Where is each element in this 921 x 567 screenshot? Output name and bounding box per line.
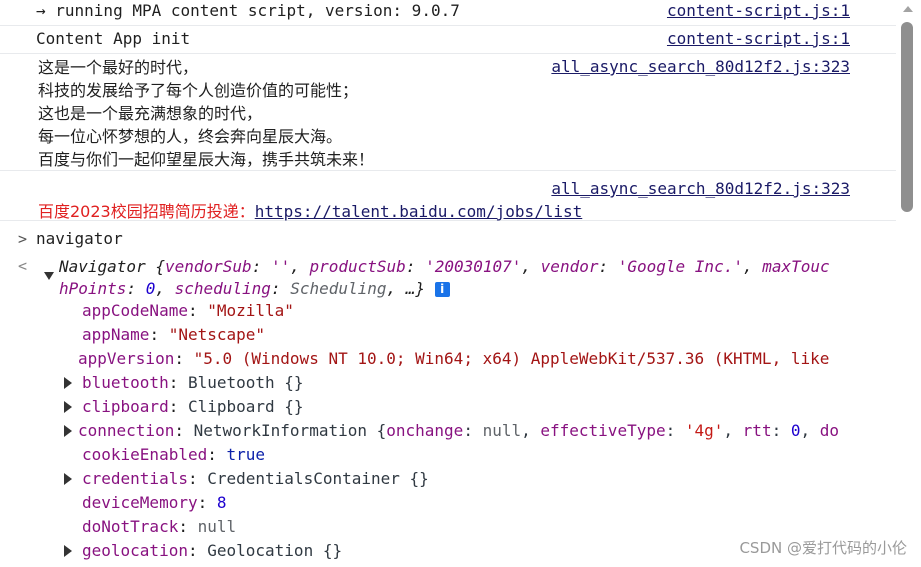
- property-row: appName: "Netscape": [82, 325, 266, 344]
- recruit-text: 百度2023校园招聘简历投递：: [38, 202, 255, 221]
- property-row[interactable]: connection: NetworkInformation {onchange…: [78, 420, 860, 442]
- vertical-scrollbar[interactable]: [896, 0, 921, 567]
- property-row: doNotTrack: null: [82, 517, 237, 536]
- message-text: Content App init: [36, 29, 191, 48]
- triangle-right-icon[interactable]: [64, 401, 72, 413]
- property-row[interactable]: bluetooth: Bluetooth {}: [82, 372, 304, 394]
- scrollbar-thumb[interactable]: [901, 22, 913, 212]
- object-summary-line-1[interactable]: Navigator {vendorSub: '', productSub: '2…: [59, 255, 851, 278]
- source-link[interactable]: content-script.js:1: [667, 29, 850, 48]
- poem-line: 这也是一个最充满想象的时代，: [38, 104, 263, 123]
- console-message: Content App init content-script.js:1: [0, 26, 896, 54]
- poem-line: 这是一个最好的时代，: [38, 58, 199, 77]
- triangle-right-icon[interactable]: [64, 545, 72, 557]
- triangle-right-icon[interactable]: [64, 377, 72, 389]
- source-link[interactable]: all_async_search_80d12f2.js:323: [551, 179, 850, 198]
- message-text: → running MPA content script, version: 9…: [36, 1, 460, 20]
- property-row: appVersion: "5.0 (Windows NT 10.0; Win64…: [78, 349, 830, 368]
- devtools-console: → running MPA content script, version: 9…: [0, 0, 896, 567]
- info-icon[interactable]: i: [434, 282, 450, 297]
- triangle-right-icon[interactable]: [64, 425, 72, 437]
- message-text: 这是一个最好的时代， 科技的发展给予了每个人创造价值的可能性； 这也是一个最充满…: [38, 56, 374, 171]
- triangle-right-icon[interactable]: [64, 473, 72, 485]
- watermark: CSDN @爱打代码的小伦: [739, 539, 907, 557]
- command-text: navigator: [36, 229, 123, 248]
- recruit-message: 百度2023校园招聘简历投递：https://talent.baidu.com/…: [38, 198, 582, 222]
- recruit-link[interactable]: https://talent.baidu.com/jobs/list: [255, 202, 583, 221]
- property-row[interactable]: geolocation: Geolocation {}: [82, 540, 342, 562]
- poem-line: 科技的发展给予了每个人创造价值的可能性；: [38, 81, 359, 100]
- chevron-right-icon: >: [18, 230, 28, 248]
- console-message-recruit: all_async_search_80d12f2.js:323 百度2023校园…: [0, 171, 896, 221]
- property-row[interactable]: credentials: CredentialsContainer {}: [82, 468, 429, 490]
- property-row: appCodeName: "Mozilla": [82, 301, 294, 320]
- chevron-left-icon: <: [18, 257, 28, 275]
- console-message-poem: 这是一个最好的时代， 科技的发展给予了每个人创造价值的可能性； 这也是一个最充满…: [0, 54, 896, 171]
- property-row: deviceMemory: 8: [82, 493, 227, 512]
- triangle-down-icon[interactable]: [44, 272, 54, 280]
- poem-line: 每一位心怀梦想的人，终会奔向星辰大海。: [38, 127, 343, 146]
- property-row: cookieEnabled: true: [82, 445, 266, 464]
- source-link[interactable]: content-script.js:1: [667, 1, 850, 20]
- console-input-echo: > navigator: [0, 229, 896, 253]
- console-message: → running MPA content script, version: 9…: [0, 0, 896, 26]
- property-row[interactable]: clipboard: Clipboard {}: [82, 396, 304, 418]
- source-link[interactable]: all_async_search_80d12f2.js:323: [551, 57, 850, 76]
- scroll-up-arrow-icon[interactable]: [903, 6, 913, 12]
- poem-line: 百度与你们一起仰望星辰大海，携手共筑未来！: [38, 150, 375, 169]
- object-summary-line-2[interactable]: hPoints: 0, scheduling: Scheduling, …} i: [59, 277, 450, 300]
